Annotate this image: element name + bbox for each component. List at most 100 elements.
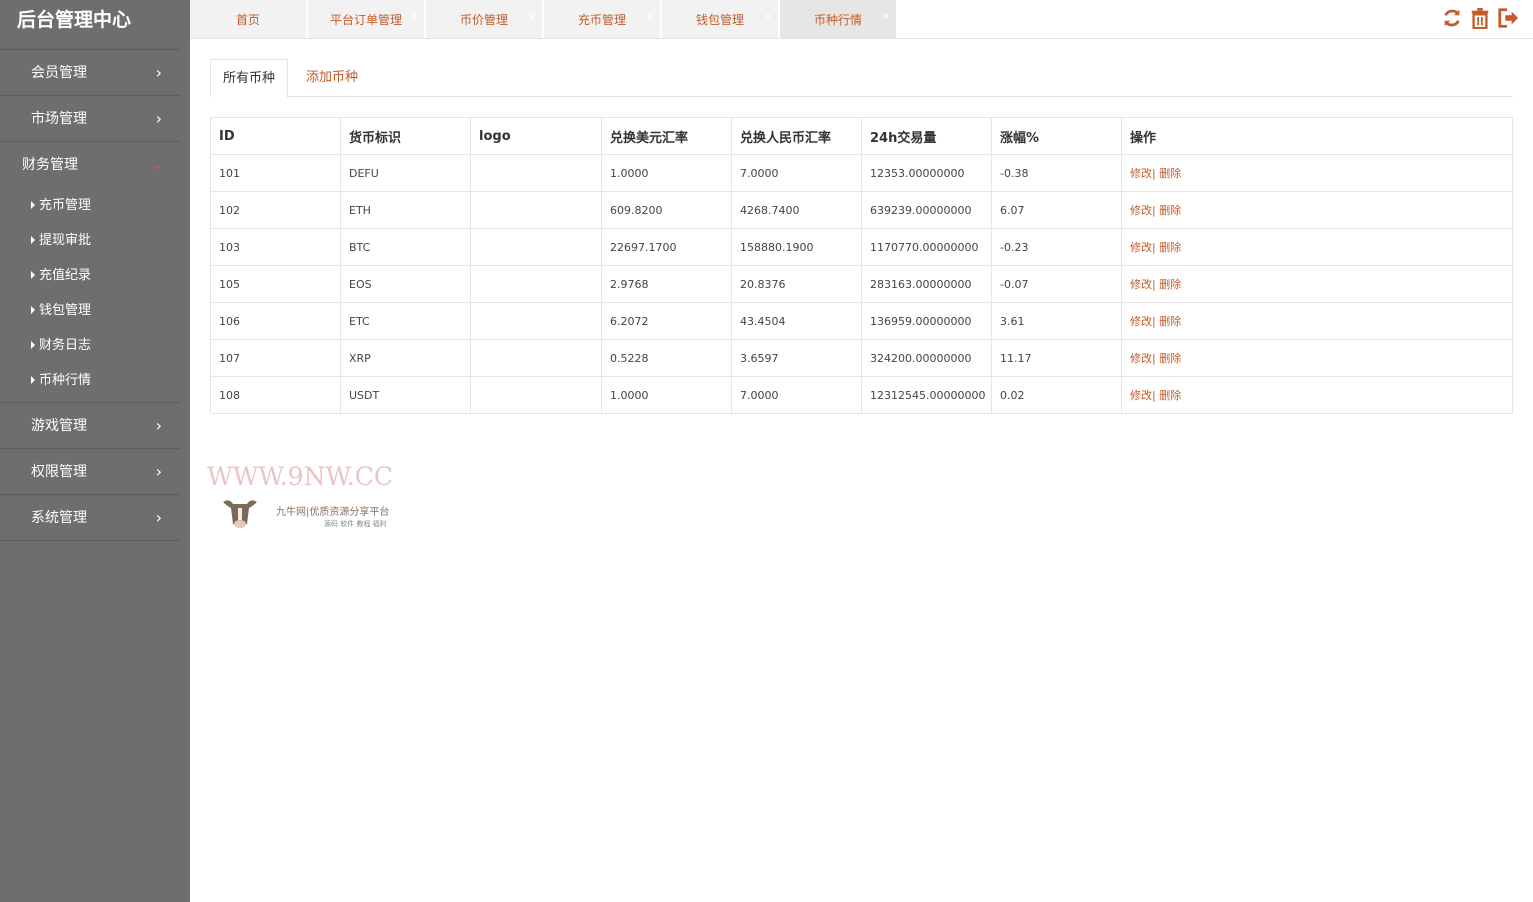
close-icon[interactable]: ✕: [528, 0, 536, 38]
table-cell: [470, 376, 602, 414]
refresh-icon[interactable]: [1441, 7, 1463, 29]
table-cell: 7.0000: [731, 154, 862, 192]
table-cell: 106: [210, 302, 341, 340]
tab-deposit[interactable]: 充币管理 ✕: [544, 0, 661, 38]
edit-link[interactable]: 修改: [1130, 352, 1152, 365]
coin-table: ID 货币标识 logo 兑换美元汇率 兑换人民币汇率 24h交易量 涨幅% 操…: [210, 117, 1513, 414]
table-header-row: ID 货币标识 logo 兑换美元汇率 兑换人民币汇率 24h交易量 涨幅% 操…: [210, 117, 1513, 155]
tab-home[interactable]: 首页: [190, 0, 307, 38]
sidebar-item-permission[interactable]: 权限管理 ›: [0, 449, 180, 495]
watermark-title: WWW.9NW.CC: [207, 462, 393, 491]
close-icon[interactable]: ✕: [410, 0, 418, 38]
table-cell: DEFU: [340, 154, 471, 192]
column-header: 涨幅%: [991, 117, 1122, 155]
sidebar-item-game[interactable]: 游戏管理 ›: [0, 403, 180, 449]
action-separator: |: [1152, 241, 1156, 254]
table-cell: 6.2072: [601, 302, 732, 340]
trash-icon[interactable]: [1469, 7, 1491, 29]
delete-link[interactable]: 删除: [1159, 204, 1181, 217]
delete-link[interactable]: 删除: [1159, 167, 1181, 180]
action-separator: |: [1152, 389, 1156, 402]
table-cell: 3.6597: [731, 339, 862, 377]
sidebar-item-label: 权限管理: [31, 464, 87, 480]
sidebar-subitem-label: 提现审批: [39, 233, 92, 248]
table-cell: 11.17: [991, 339, 1122, 377]
tab-coin-market[interactable]: 币种行情 ✕: [780, 0, 897, 38]
logout-icon[interactable]: [1497, 7, 1519, 29]
delete-link[interactable]: 删除: [1159, 352, 1181, 365]
delete-link[interactable]: 删除: [1159, 241, 1181, 254]
column-header: 货币标识: [340, 117, 471, 155]
table-cell: -0.23: [991, 228, 1122, 266]
sidebar-item-finance[interactable]: 财务管理 ⌄: [0, 142, 180, 188]
delete-link[interactable]: 删除: [1159, 278, 1181, 291]
sidebar-subitem[interactable]: 币种行情: [0, 363, 180, 398]
sidebar-subitem[interactable]: 充值纪录: [0, 258, 180, 293]
close-icon[interactable]: ✕: [882, 0, 890, 38]
table-row: 102 ETH 609.8200 4268.7400 639239.00000000 6.…: [210, 191, 1513, 229]
tab-wallet[interactable]: 钱包管理 ✕: [662, 0, 779, 38]
tab-platform-orders[interactable]: 平台订单管理 ✕: [308, 0, 425, 38]
sidebar-subitem[interactable]: 提现审批: [0, 223, 180, 258]
table-cell: 1.0000: [601, 376, 732, 414]
subtab-add-coin[interactable]: 添加币种: [294, 59, 370, 97]
sidebar-subitem-label: 充币管理: [39, 198, 92, 213]
table-row: 106 ETC 6.2072 43.4504 136959.00000000 3.61 修改…: [210, 302, 1513, 340]
delete-link[interactable]: 删除: [1159, 389, 1181, 402]
sidebar-subitem-label: 财务日志: [39, 338, 92, 353]
table-row: 101 DEFU 1.0000 7.0000 12353.00000000 -0.38 修改…: [210, 154, 1513, 192]
sidebar-item-label: 财务管理: [22, 157, 78, 173]
table-cell: [470, 191, 602, 229]
actions-cell: 修改| 删除: [1121, 339, 1513, 377]
close-icon[interactable]: ✕: [646, 0, 654, 38]
actions-cell: 修改| 删除: [1121, 265, 1513, 303]
watermark: WWW.9NW.CC 九牛网|优质资源分享平台 源码 软件 教程 福利: [207, 462, 407, 532]
table-cell: ETH: [340, 191, 471, 229]
table-cell: 22697.1700: [601, 228, 732, 266]
action-separator: |: [1152, 315, 1156, 328]
table-cell: BTC: [340, 228, 471, 266]
action-separator: |: [1152, 167, 1156, 180]
tab-coin-price[interactable]: 币价管理 ✕: [426, 0, 543, 38]
sidebar-subitem[interactable]: 充币管理: [0, 188, 180, 223]
tab-label: 首页: [235, 13, 260, 27]
actions-cell: 修改| 删除: [1121, 228, 1513, 266]
sidebar-item-market[interactable]: 市场管理 ›: [0, 96, 180, 142]
tab-label: 平台订单管理: [329, 13, 402, 27]
table-body: 101 DEFU 1.0000 7.0000 12353.00000000 -0.38 修改…: [210, 154, 1513, 414]
table-cell: 3.61: [991, 302, 1122, 340]
table-cell: 136959.00000000: [861, 302, 992, 340]
table-cell: -0.07: [991, 265, 1122, 303]
close-icon[interactable]: ✕: [764, 0, 772, 38]
tab-label: 币价管理: [459, 13, 508, 27]
column-header: 操作: [1121, 117, 1513, 155]
edit-link[interactable]: 修改: [1130, 204, 1152, 217]
tab-label: 充币管理: [577, 13, 626, 27]
column-header: logo: [470, 117, 602, 155]
table-row: 103 BTC 22697.1700 158880.1900 1170770.00000…: [210, 228, 1513, 266]
sidebar-item-label: 会员管理: [31, 65, 87, 81]
nav-divider: [0, 40, 180, 50]
subtab-all-coins[interactable]: 所有币种: [210, 59, 289, 98]
table-cell: 43.4504: [731, 302, 862, 340]
edit-link[interactable]: 修改: [1130, 167, 1152, 180]
sidebar-item-system[interactable]: 系统管理 ›: [0, 495, 180, 541]
sidebar-subitem[interactable]: 钱包管理: [0, 293, 180, 328]
watermark-tags: 源码 软件 教程 福利: [324, 520, 387, 528]
caret-right-icon: [31, 271, 35, 279]
edit-link[interactable]: 修改: [1130, 241, 1152, 254]
sidebar-subitem[interactable]: 财务日志: [0, 328, 180, 363]
table-cell: USDT: [340, 376, 471, 414]
caret-right-icon: [31, 376, 35, 384]
table-cell: [470, 265, 602, 303]
sidebar-item-label: 系统管理: [31, 510, 87, 526]
chevron-down-icon: ⌄: [151, 158, 162, 172]
edit-link[interactable]: 修改: [1130, 389, 1152, 402]
table-cell: 108: [210, 376, 341, 414]
edit-link[interactable]: 修改: [1130, 278, 1152, 291]
sidebar-item-member[interactable]: 会员管理 ›: [0, 50, 180, 96]
edit-link[interactable]: 修改: [1130, 315, 1152, 328]
table-cell: 324200.00000000: [861, 339, 992, 377]
delete-link[interactable]: 删除: [1159, 315, 1181, 328]
table-cell: 0.02: [991, 376, 1122, 414]
